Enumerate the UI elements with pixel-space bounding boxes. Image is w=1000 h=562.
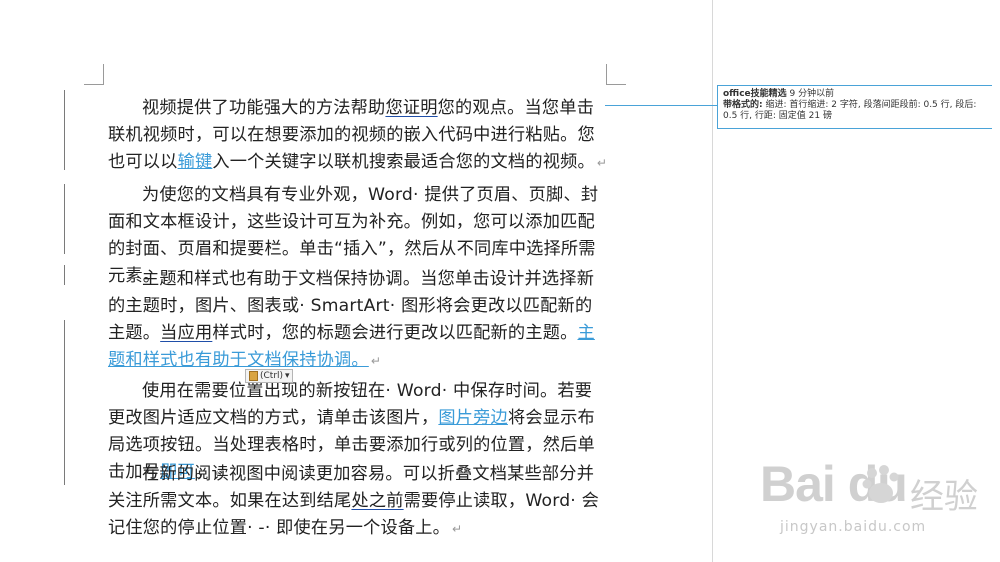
change-bar [64,265,65,285]
format-change-balloon[interactable]: office技能精选 9 分钟以前 带格式的: 缩进: 首行缩进: 2 字符, … [717,85,992,129]
tracked-insertion[interactable]: 图片旁边 [438,408,508,428]
change-bar [64,184,65,254]
document-page[interactable]: 视频提供了功能强大的方法帮助您证明您的观点。当您单击联机视频时，可以在想要添加的… [0,0,712,562]
paste-options-label: (Ctrl) [260,371,284,381]
balloon-time: 9 分钟以前 [789,89,835,99]
balloon-author: office技能精选 [723,89,787,99]
crop-mark-top-right-v [606,64,607,84]
watermark-cn-text: 经验 [910,477,978,517]
change-bar [64,90,65,170]
paragraph-3[interactable]: 主题和样式也有助于文档保持协调。当您单击设计并选择新的主题时，图片、图表或· S… [108,266,608,375]
grammar-flag[interactable]: 当应用 [160,323,212,343]
crop-mark-top-left-h [84,84,104,85]
paragraph-mark: ↵ [596,156,608,170]
paragraph-1[interactable]: 视频提供了功能强大的方法帮助您证明您的观点。当您单击联机视频时，可以在想要添加的… [108,95,608,177]
balloon-header: office技能精选 9 分钟以前 [723,89,987,100]
grammar-flag[interactable]: 您证明 [385,98,437,118]
paragraph-5[interactable]: 在新的阅读视图中阅读更加容易。可以折叠文档某些部分并关注所需文本。如果在达到结尾… [108,461,608,543]
crop-mark-top-right-h [606,84,626,85]
baidu-watermark: Bai du 经验 jingyan.baidu.com [760,455,990,555]
comment-connector-line [605,105,717,106]
crop-mark-top-left-v [103,64,104,84]
paste-options-button[interactable]: (Ctrl) ▾ [245,369,293,383]
tracked-insertion[interactable]: 输键 [178,152,213,172]
clipboard-icon [249,371,258,381]
chevron-down-icon: ▾ [285,371,290,381]
paragraph-mark: ↵ [452,522,463,536]
paragraph-mark: ↵ [370,354,382,368]
change-bar [64,320,65,485]
balloon-body: 带格式的: 缩进: 首行缩进: 2 字符, 段落间距段前: 0.5 行, 段后:… [723,100,987,122]
watermark-url: jingyan.baidu.com [780,519,927,535]
paw-icon [862,465,899,503]
balloon-format-label: 带格式的: [723,100,763,110]
grammar-flag[interactable]: 处之前 [351,491,403,511]
